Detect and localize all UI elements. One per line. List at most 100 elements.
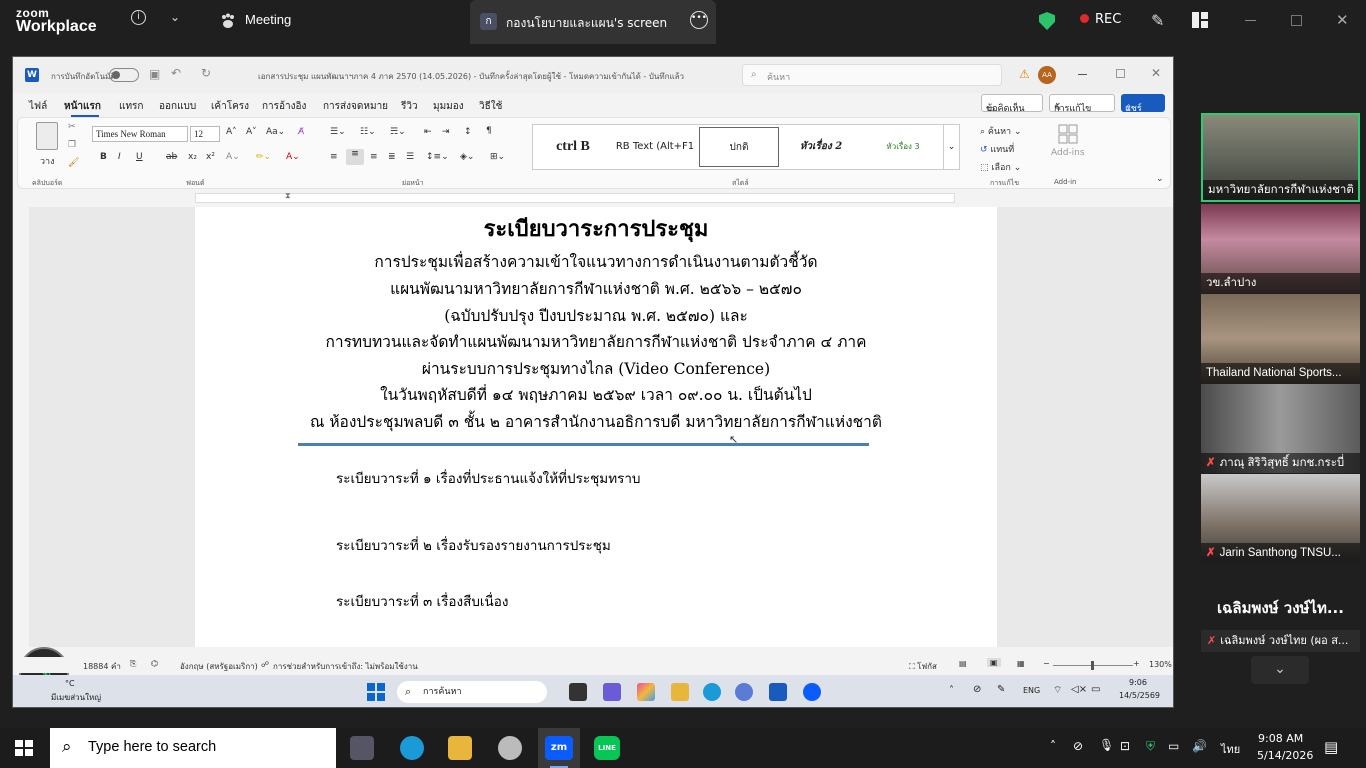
zoom-out-icon[interactable]: − bbox=[1043, 659, 1050, 668]
styles-more-icon[interactable]: ⌄ bbox=[943, 125, 959, 169]
indent-marker-icon[interactable]: ⧗ bbox=[285, 191, 291, 201]
warning-icon[interactable]: ⚠ bbox=[1019, 67, 1030, 81]
microphone-icon[interactable]: 🎙 bbox=[1099, 738, 1114, 752]
speaker-icon[interactable]: 🔊 bbox=[1192, 739, 1207, 753]
autosave-toggle[interactable] bbox=[109, 68, 139, 82]
word-count[interactable]: 18884 คำ bbox=[83, 660, 121, 673]
pilcrow-icon[interactable]: ¶ bbox=[486, 126, 492, 136]
redo-icon[interactable]: ↻ bbox=[201, 66, 211, 80]
paint-icon[interactable] bbox=[498, 736, 522, 760]
collapse-ribbon-icon[interactable]: ⌄ bbox=[1156, 174, 1164, 184]
word-close-icon[interactable]: ✕ bbox=[1151, 66, 1161, 80]
print-layout-icon[interactable]: ▣ bbox=[987, 658, 1001, 667]
security-shield-icon[interactable] bbox=[1039, 12, 1055, 30]
comments-button[interactable]: ▭ ข้อคิดเห็น bbox=[981, 94, 1043, 114]
remote-lang[interactable]: ENG bbox=[1023, 686, 1040, 695]
font-size-select[interactable]: 12 bbox=[190, 126, 220, 142]
select-button[interactable]: ⬚ เลือก ⌄ bbox=[980, 160, 1021, 174]
weather-label[interactable]: มีเมฆส่วนใหญ่ bbox=[51, 691, 101, 704]
chevron-down-icon[interactable]: ⌄ bbox=[170, 10, 180, 24]
document-page[interactable]: ระเบียบวาระการประชุม การประชุมเพื่อสร้าง… bbox=[195, 207, 997, 647]
wifi-icon[interactable]: ⌔ bbox=[1053, 684, 1062, 697]
zoom-taskbar-icon[interactable] bbox=[803, 683, 821, 701]
font-color-icon[interactable]: A⌄ bbox=[286, 152, 300, 162]
zoom-level[interactable]: 130% bbox=[1149, 660, 1172, 669]
grow-font-icon[interactable]: A˄ bbox=[226, 127, 237, 137]
layout-icon[interactable] bbox=[1192, 12, 1208, 28]
shrink-font-icon[interactable]: A˅ bbox=[246, 127, 257, 137]
tab-review[interactable]: รีวิว bbox=[401, 99, 418, 114]
battery-icon[interactable]: ▭ bbox=[1091, 684, 1100, 695]
windows-start-icon[interactable] bbox=[367, 683, 385, 701]
justify-icon[interactable]: ≣ bbox=[388, 152, 396, 162]
clock-time[interactable]: 9:08 AM bbox=[1258, 732, 1303, 745]
highlight-icon[interactable]: ✏⌄ bbox=[256, 152, 271, 162]
paste-icon[interactable] bbox=[36, 122, 58, 150]
strikethrough-icon[interactable]: ab bbox=[166, 152, 177, 162]
annotate-pen-icon[interactable]: ✎ bbox=[1151, 11, 1164, 30]
accessibility-icon[interactable]: ☍ bbox=[261, 660, 269, 669]
addins-grid-icon[interactable] bbox=[1058, 124, 1078, 144]
ruler[interactable]: ⧗ bbox=[13, 191, 1173, 205]
display-icon[interactable]: ⊡ bbox=[1120, 739, 1130, 753]
find-button[interactable]: ⌕ ค้นหา ⌄ bbox=[980, 124, 1021, 138]
line-spacing-icon[interactable]: ↕≡⌄ bbox=[426, 152, 449, 162]
recording-indicator[interactable]: REC bbox=[1080, 12, 1121, 27]
word-maximize-icon[interactable] bbox=[1116, 69, 1125, 78]
more-participants-chevron-icon[interactable]: ⌄ bbox=[1251, 656, 1309, 684]
edge-icon[interactable] bbox=[703, 683, 721, 701]
save-icon[interactable]: ▣ bbox=[149, 67, 160, 81]
align-left-icon[interactable]: ≡ bbox=[330, 152, 338, 162]
tab-view[interactable]: มุมมอง bbox=[433, 99, 464, 114]
sort-icon[interactable]: ↕ bbox=[464, 127, 472, 137]
tray-camera-off-icon[interactable]: ⊘ bbox=[973, 684, 981, 695]
zoom-slider[interactable] bbox=[1053, 661, 1133, 670]
teams-icon[interactable] bbox=[603, 683, 621, 701]
bullets-icon[interactable]: ☰⌄ bbox=[330, 127, 346, 137]
info-icon[interactable]: i bbox=[131, 10, 146, 25]
maximize-icon[interactable] bbox=[1291, 15, 1302, 26]
participant-tile[interactable]: ✗ ภาณุ สิริวิสุทธิ์ มกช.กระบี่ bbox=[1201, 384, 1360, 473]
change-case-icon[interactable]: Aa⌄ bbox=[266, 127, 285, 137]
text-effects-icon[interactable]: A⌄ bbox=[226, 152, 240, 162]
camera-app-icon[interactable] bbox=[350, 736, 374, 760]
participant-tile[interactable]: Thailand National Sports... bbox=[1201, 294, 1360, 383]
file-explorer-taskbar-icon[interactable] bbox=[448, 736, 472, 760]
notification-icon[interactable]: ▤ bbox=[1324, 738, 1338, 756]
undo-icon[interactable]: ↶ bbox=[171, 66, 181, 80]
shading-icon[interactable]: ◈⌄ bbox=[460, 152, 474, 162]
numbering-icon[interactable]: ☷⌄ bbox=[360, 127, 376, 137]
shield-tray-icon[interactable]: ⛨ bbox=[1146, 739, 1155, 754]
subscript-icon[interactable]: x₂ bbox=[188, 152, 197, 162]
increase-indent-icon[interactable]: ⇥ bbox=[442, 127, 450, 137]
style-normal[interactable]: ปกติ bbox=[699, 127, 779, 167]
distributed-icon[interactable]: ☰ bbox=[406, 152, 414, 162]
zoom-app-active[interactable]: zm bbox=[538, 728, 580, 768]
camera-off-tray-icon[interactable]: ⊘ bbox=[1073, 739, 1083, 753]
zoom-in-icon[interactable]: + bbox=[1133, 659, 1140, 668]
user-avatar[interactable]: AA bbox=[1038, 66, 1056, 84]
tab-design[interactable]: ออกแบบ bbox=[159, 99, 196, 114]
tab-references[interactable]: การอ้างอิง bbox=[262, 99, 306, 114]
superscript-icon[interactable]: x² bbox=[206, 152, 215, 162]
editing-button[interactable]: ✎ การแก้ไข ⌄ bbox=[1049, 94, 1115, 114]
show-hidden-icons[interactable]: ˄ bbox=[1050, 739, 1056, 753]
style-heading-3[interactable]: หัวเรื่อง 3 bbox=[863, 125, 943, 169]
style-rb-text[interactable]: RB Text (Alt+F1 bbox=[613, 125, 697, 169]
italic-icon[interactable]: I bbox=[118, 152, 121, 162]
bold-icon[interactable]: B bbox=[100, 152, 107, 162]
tab-home[interactable]: หน้าแรก bbox=[64, 99, 101, 114]
tab-help[interactable]: วิธีใช้ bbox=[479, 99, 502, 114]
style-heading-2[interactable]: หัวเรื่อง 2 bbox=[781, 125, 861, 169]
start-icon[interactable] bbox=[15, 740, 33, 756]
tab-file[interactable]: ไฟล์ bbox=[29, 99, 47, 114]
proofing-icon[interactable]: ⎘ bbox=[130, 659, 136, 669]
share-button[interactable]: ⇪ แชร์ bbox=[1121, 94, 1165, 114]
align-center-icon[interactable]: ≡ bbox=[346, 149, 364, 165]
focus-button[interactable]: ⛶ โฟกัส bbox=[909, 660, 937, 673]
tray-chevron-icon[interactable]: ˄ bbox=[949, 685, 954, 696]
borders-icon[interactable]: ⊞⌄ bbox=[490, 152, 505, 162]
copy-icon[interactable]: ❐ bbox=[68, 140, 76, 150]
decrease-indent-icon[interactable]: ⇤ bbox=[424, 127, 432, 137]
web-layout-icon[interactable]: ▦ bbox=[1017, 659, 1025, 668]
